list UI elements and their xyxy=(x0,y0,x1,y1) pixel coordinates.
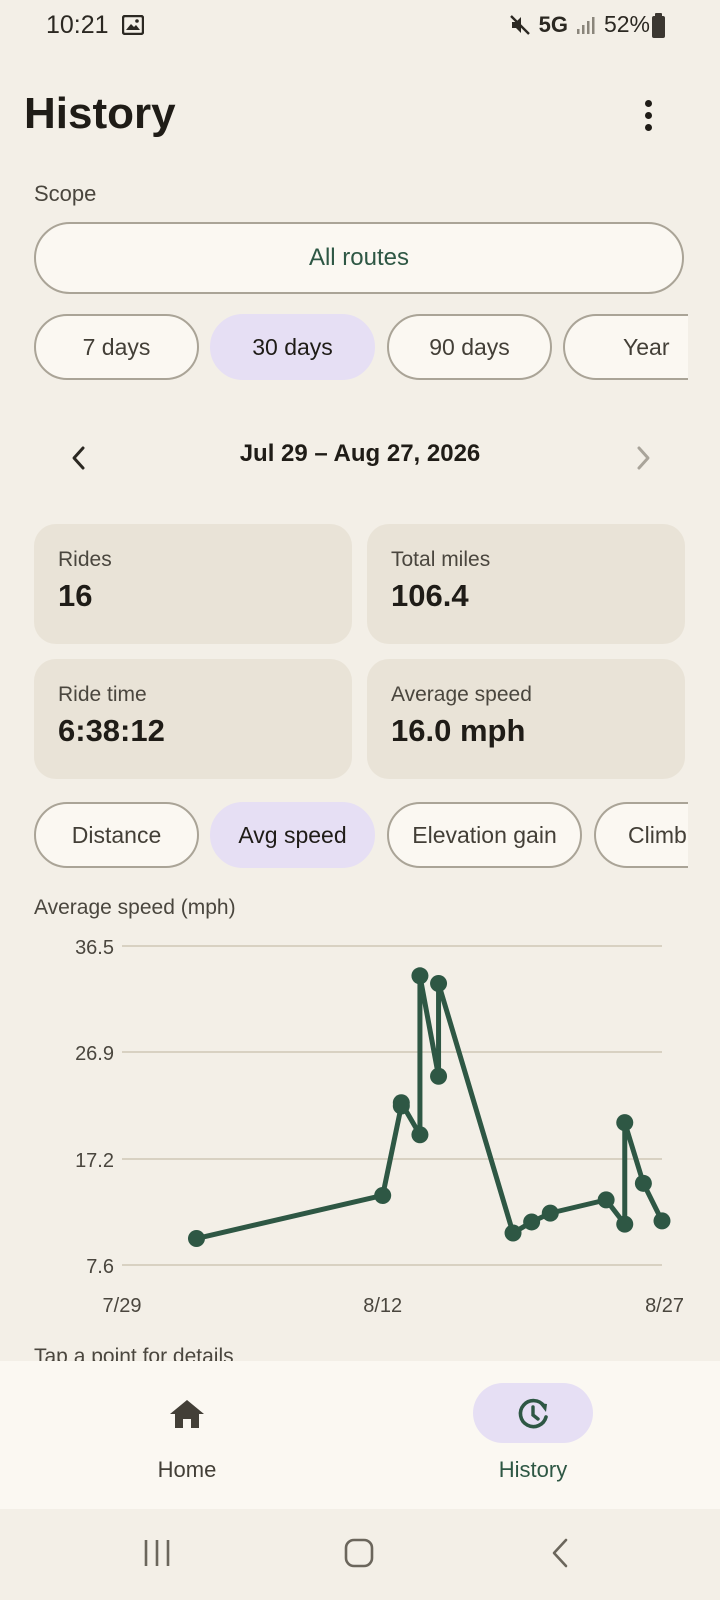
metric-chip-row: Distance Avg speed Elevation gain Climb xyxy=(0,802,688,872)
data-point[interactable] xyxy=(430,1067,448,1085)
data-point[interactable] xyxy=(634,1174,652,1192)
data-point[interactable] xyxy=(187,1230,205,1248)
back-system-icon[interactable] xyxy=(548,1537,572,1569)
avg-speed-line-chart[interactable]: 7.6 17.2 26.9 36.5 7/29 8/12 8/27 xyxy=(0,920,720,1330)
nav-item-home[interactable]: Home xyxy=(77,1361,297,1509)
signal-icon xyxy=(576,16,595,34)
mute-icon xyxy=(509,14,530,35)
stat-value: 6:38:12 xyxy=(58,713,165,748)
chip-elevation-gain[interactable]: Elevation gain xyxy=(387,802,582,868)
data-point[interactable] xyxy=(616,1215,634,1233)
data-point[interactable] xyxy=(374,1186,392,1204)
status-bar: 10:21 5G 52% xyxy=(0,0,720,52)
stat-value: 16.0 mph xyxy=(391,713,526,748)
chip-distance[interactable]: Distance xyxy=(34,802,199,868)
status-time: 10:21 xyxy=(46,11,109,39)
data-point[interactable] xyxy=(411,967,429,985)
range-chip-row: 7 days 30 days 90 days Year xyxy=(0,314,688,384)
battery-percent: 52% xyxy=(603,11,650,37)
chip-avg-speed[interactable]: Avg speed xyxy=(210,802,375,868)
data-point[interactable] xyxy=(411,1126,429,1144)
data-point[interactable] xyxy=(430,975,448,993)
stat-label: Rides xyxy=(58,548,112,571)
x-tick-label: 7/29 xyxy=(103,1295,142,1317)
y-tick-label: 26.9 xyxy=(75,1043,114,1065)
stat-card-rides: Rides 16 xyxy=(34,524,352,644)
network-type: 5G xyxy=(538,11,568,37)
recent-apps-icon[interactable] xyxy=(142,1537,172,1569)
date-range-label: Jul 29 – Aug 27, 2026 xyxy=(239,440,481,467)
system-navigation-bar xyxy=(0,1509,720,1600)
data-point[interactable] xyxy=(597,1191,615,1209)
battery-icon xyxy=(652,13,665,38)
stat-value: 106.4 xyxy=(391,578,469,613)
data-point[interactable] xyxy=(392,1094,410,1112)
next-period-icon[interactable] xyxy=(630,445,656,471)
more-options-icon[interactable] xyxy=(640,100,656,136)
bottom-navigation: Home History xyxy=(0,1361,720,1509)
home-system-icon[interactable] xyxy=(343,1537,375,1569)
chip-climb[interactable]: Climb xyxy=(594,802,688,868)
stat-label: Ride time xyxy=(58,683,147,706)
chip-30-days[interactable]: 30 days xyxy=(210,314,375,380)
nav-item-history[interactable]: History xyxy=(423,1361,643,1509)
data-point[interactable] xyxy=(653,1212,671,1230)
nav-label-history: History xyxy=(498,1457,568,1482)
page-title: History xyxy=(24,89,176,138)
previous-period-icon[interactable] xyxy=(66,445,92,471)
series-line xyxy=(193,973,665,1242)
x-tick-label: 8/12 xyxy=(363,1295,402,1317)
x-tick-label: 8/27 xyxy=(645,1295,684,1317)
stat-label: Average speed xyxy=(391,683,532,706)
chip-7-days[interactable]: 7 days xyxy=(34,314,199,380)
chip-year[interactable]: Year xyxy=(563,314,688,380)
y-tick-label: 17.2 xyxy=(75,1150,114,1172)
chip-90-days[interactable]: 90 days xyxy=(387,314,552,380)
y-tick-label: 7.6 xyxy=(86,1256,114,1278)
stat-value: 16 xyxy=(58,578,93,613)
stat-card-total-miles: Total miles 106.4 xyxy=(367,524,685,644)
home-icon xyxy=(170,1400,204,1428)
nav-label-home: Home xyxy=(157,1457,217,1482)
stat-card-average-speed: Average speed 16.0 mph xyxy=(367,659,685,779)
image-notification-icon xyxy=(122,15,144,35)
scope-selector-button[interactable]: All routes xyxy=(34,222,684,294)
history-icon xyxy=(518,1398,548,1429)
y-tick-label: 36.5 xyxy=(75,937,114,959)
stat-card-ride-time: Ride time 6:38:12 xyxy=(34,659,352,779)
chart-title: Average speed (mph) xyxy=(34,896,236,919)
data-point[interactable] xyxy=(541,1204,559,1222)
data-point[interactable] xyxy=(616,1114,634,1132)
data-point[interactable] xyxy=(523,1213,541,1231)
data-point[interactable] xyxy=(504,1224,522,1242)
scope-label: Scope xyxy=(34,181,97,206)
stat-label: Total miles xyxy=(391,548,491,571)
